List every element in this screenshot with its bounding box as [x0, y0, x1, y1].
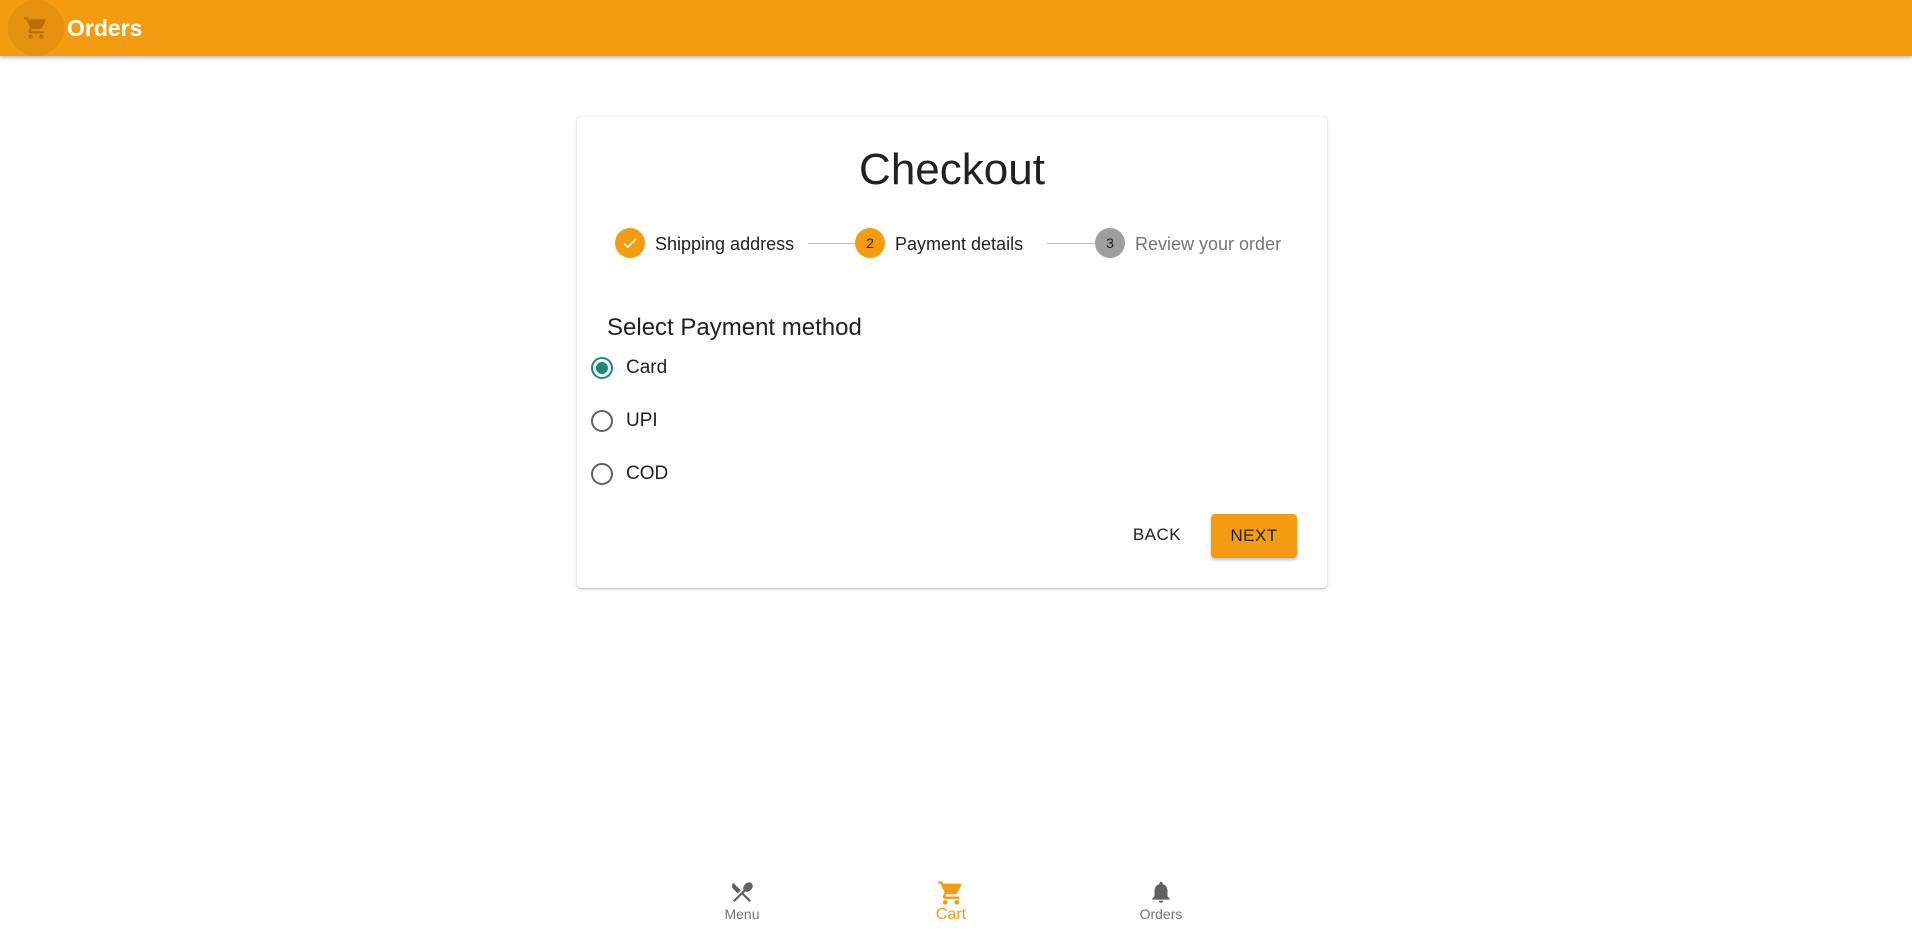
step-number-badge: 3 [1095, 228, 1125, 258]
payment-option-card[interactable]: Card [591, 352, 667, 384]
page-title: Checkout [859, 145, 1045, 194]
nav-item-menu[interactable]: Menu [682, 874, 802, 934]
utensils-icon [731, 882, 753, 903]
app-title: Orders [67, 14, 143, 41]
nav-item-cart[interactable]: Cart [891, 874, 1011, 934]
step-label-review: Review your order [1135, 234, 1282, 254]
step-completed-icon [615, 228, 645, 258]
payment-option-upi[interactable]: UPI [591, 405, 658, 437]
nav-label: Cart [935, 906, 967, 923]
checkout-stepper: Shipping address 2 Payment details 3 Rev… [615, 228, 1295, 260]
radio-dot [596, 362, 608, 374]
step-connector [808, 243, 859, 244]
payment-option-label: Card [626, 357, 668, 378]
payment-method-heading: Select Payment method [607, 314, 862, 341]
step-connector [1047, 243, 1098, 244]
step-number-badge: 2 [855, 228, 885, 258]
step-label-payment: Payment details [895, 234, 1024, 254]
radio-button[interactable] [591, 463, 613, 485]
payment-option-label: COD [626, 463, 669, 484]
cart-icon-button[interactable] [8, 0, 64, 56]
nav-label: Menu [724, 906, 760, 922]
radio-button[interactable] [591, 410, 613, 432]
cart-icon [24, 17, 46, 39]
back-button[interactable]: BACK [1124, 514, 1190, 556]
nav-item-orders[interactable]: Orders [1101, 874, 1221, 934]
bottom-navigation: Menu Cart Orders [0, 874, 1912, 934]
payment-option-cod[interactable]: COD [591, 458, 668, 490]
check-icon [623, 238, 637, 249]
radio-button-selected[interactable] [591, 357, 613, 379]
bell-icon [1152, 881, 1170, 903]
checkout-card: Checkout Shipping address 2 Payment deta… [577, 117, 1327, 588]
cart-icon [938, 881, 962, 905]
step-label-shipping: Shipping address [655, 234, 795, 254]
nav-label: Orders [1139, 906, 1183, 922]
app-bar: Orders [0, 0, 1912, 56]
payment-option-label: UPI [626, 410, 658, 431]
next-button[interactable]: NEXT [1211, 514, 1297, 558]
